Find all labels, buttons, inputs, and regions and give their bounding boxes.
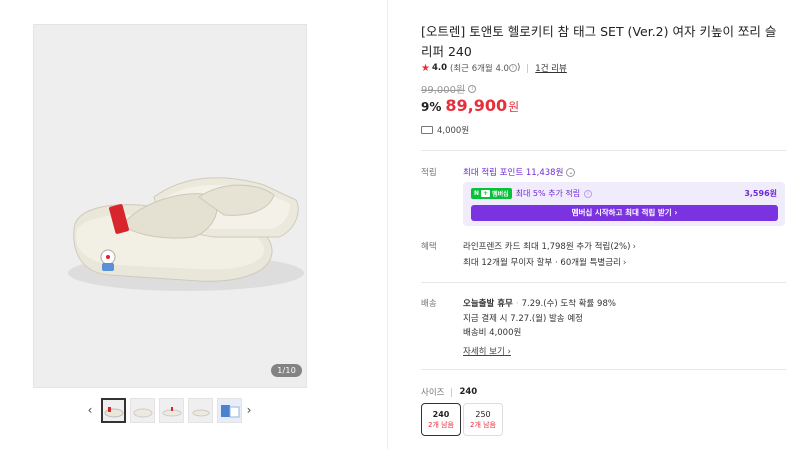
- thumbnail-strip: [101, 398, 242, 423]
- thumb-sandal-icon: [192, 409, 209, 416]
- sandal-image: [68, 177, 304, 291]
- npay-membership-badge: N + 멤버십: [471, 188, 512, 199]
- thumbnail-3[interactable]: [159, 398, 184, 423]
- npay-plus: +: [481, 190, 491, 197]
- arrival-estimate: 7.29.(수) 도착 확률 98%: [521, 299, 616, 309]
- shipping-fee-row: 4,000원: [421, 124, 469, 136]
- chevron-right-icon: ›: [622, 258, 627, 268]
- delivery-arrival: 오늘출발 휴무 · 7.29.(수) 도착 확률 98%: [463, 297, 616, 309]
- chevron-right-icon: ›: [674, 208, 678, 217]
- shipping-fee: 4,000원: [437, 126, 470, 136]
- info-icon[interactable]: i: [508, 64, 517, 72]
- rating-recent: (최근 6개월 4.0: [450, 64, 509, 74]
- npay-n: N: [474, 190, 480, 197]
- chevron-down-icon[interactable]: ⌄: [566, 167, 576, 177]
- photo-counter: 1/10: [271, 364, 302, 377]
- price-info-icon[interactable]: i: [468, 84, 477, 93]
- stock-remaining: 2개 남음: [470, 421, 496, 429]
- thumbnail-2[interactable]: [130, 398, 155, 423]
- rating-row: ★ 4.0 (최근 6개월 4.0 i ) 1건 리뷰: [421, 62, 567, 75]
- rating-recent-close: ): [516, 63, 521, 73]
- size-label-row: 사이즈 240: [421, 386, 477, 398]
- stock-remaining: 2개 남음: [428, 421, 454, 429]
- membership-button-label: 멤버십 시작하고 최대 적립 받기: [571, 208, 672, 217]
- size-label: 사이즈: [421, 388, 445, 398]
- next-image-button[interactable]: ›: [242, 400, 256, 420]
- selected-size: 240: [459, 387, 478, 397]
- chevron-right-icon: ›: [632, 242, 637, 252]
- size-option-240[interactable]: 240 2개 남음: [421, 403, 461, 436]
- section-divider: [421, 369, 786, 370]
- points-label: 적립: [421, 168, 437, 178]
- benefits-label: 혜택: [421, 242, 437, 252]
- product-title: [오트렌] 토앤토 헬로키티 참 태그 SET (Ver.2) 여자 키높이 쪼…: [421, 24, 777, 59]
- membership-extra: 최대 5% 추가 적립: [515, 189, 581, 198]
- thumbnail-4[interactable]: [188, 398, 213, 423]
- today-dispatch: 오늘출발 휴무: [463, 299, 513, 309]
- review-link[interactable]: 1건 리뷰: [535, 62, 567, 74]
- size-value: 240: [432, 410, 450, 419]
- card-benefit[interactable]: 라인프렌즈 카드 최대 1,798원 추가 적립(2%) ›: [463, 240, 636, 252]
- installment-text: 최대 12개월 무이자 할부 · 60개월 특별금리: [463, 258, 621, 268]
- size-value: 250: [475, 410, 491, 419]
- size-option-250[interactable]: 250 2개 남음: [463, 403, 503, 436]
- separator: [451, 387, 453, 397]
- card-benefit-text: 라인프렌즈 카드 최대 1,798원 추가 적립(2%): [463, 242, 631, 252]
- thumb-sandal-icon: [133, 408, 152, 417]
- membership-amount: 3,596원: [744, 189, 777, 198]
- membership-box: N + 멤버십 최대 5% 추가 적립 i 3,596원 멤버십 시작하고 최대…: [463, 182, 785, 226]
- chevron-right-icon: ›: [504, 347, 511, 357]
- membership-header: N + 멤버십 최대 5% 추가 적립 i: [471, 188, 593, 199]
- prev-image-button[interactable]: ‹: [83, 400, 97, 420]
- delivery-fee: 배송비 4,000원: [463, 328, 522, 338]
- sale-price: 89,900: [445, 96, 508, 115]
- sale-price-row: 9% 89,900 원: [421, 96, 519, 115]
- dispatch-schedule: 지금 결제 시 7.27.(월) 발송 예정: [463, 314, 583, 324]
- column-divider: [387, 0, 388, 449]
- truck-icon: [421, 126, 433, 134]
- rating-value: 4.0: [431, 63, 448, 73]
- thumb-sandal-icon: [162, 406, 181, 416]
- delivery-detail-link[interactable]: 자세히 보기 ›: [463, 345, 511, 357]
- max-points[interactable]: 최대 적립 포인트 11,438원 ⌄: [463, 166, 576, 178]
- dot-separator: ·: [515, 299, 519, 309]
- thumb-sandal-icon: [104, 406, 123, 417]
- thumb-package-icon: [220, 404, 239, 417]
- main-product-photo[interactable]: 1/10: [33, 24, 307, 388]
- max-points-text: 최대 적립 포인트 11,438원: [463, 168, 564, 178]
- discount-rate: 9%: [421, 100, 442, 114]
- thumbnail-5[interactable]: [217, 398, 242, 423]
- installment-benefit[interactable]: 최대 12개월 무이자 할부 · 60개월 특별금리 ›: [463, 256, 626, 268]
- delivery-label: 배송: [421, 299, 437, 309]
- membership-start-button[interactable]: 멤버십 시작하고 최대 적립 받기 ›: [471, 205, 778, 221]
- currency-unit: 원: [508, 100, 520, 114]
- separator: [527, 63, 529, 73]
- section-divider: [421, 150, 786, 151]
- npay-text: 멤버십: [492, 191, 509, 198]
- original-price: 99,000원: [421, 85, 466, 96]
- section-divider: [421, 282, 786, 283]
- detail-link-label: 자세히 보기: [463, 347, 505, 357]
- membership-info-icon[interactable]: i: [584, 189, 593, 198]
- star-icon: ★: [421, 62, 430, 74]
- original-price-row: 99,000원 i: [421, 81, 477, 96]
- thumbnail-1[interactable]: [101, 398, 126, 423]
